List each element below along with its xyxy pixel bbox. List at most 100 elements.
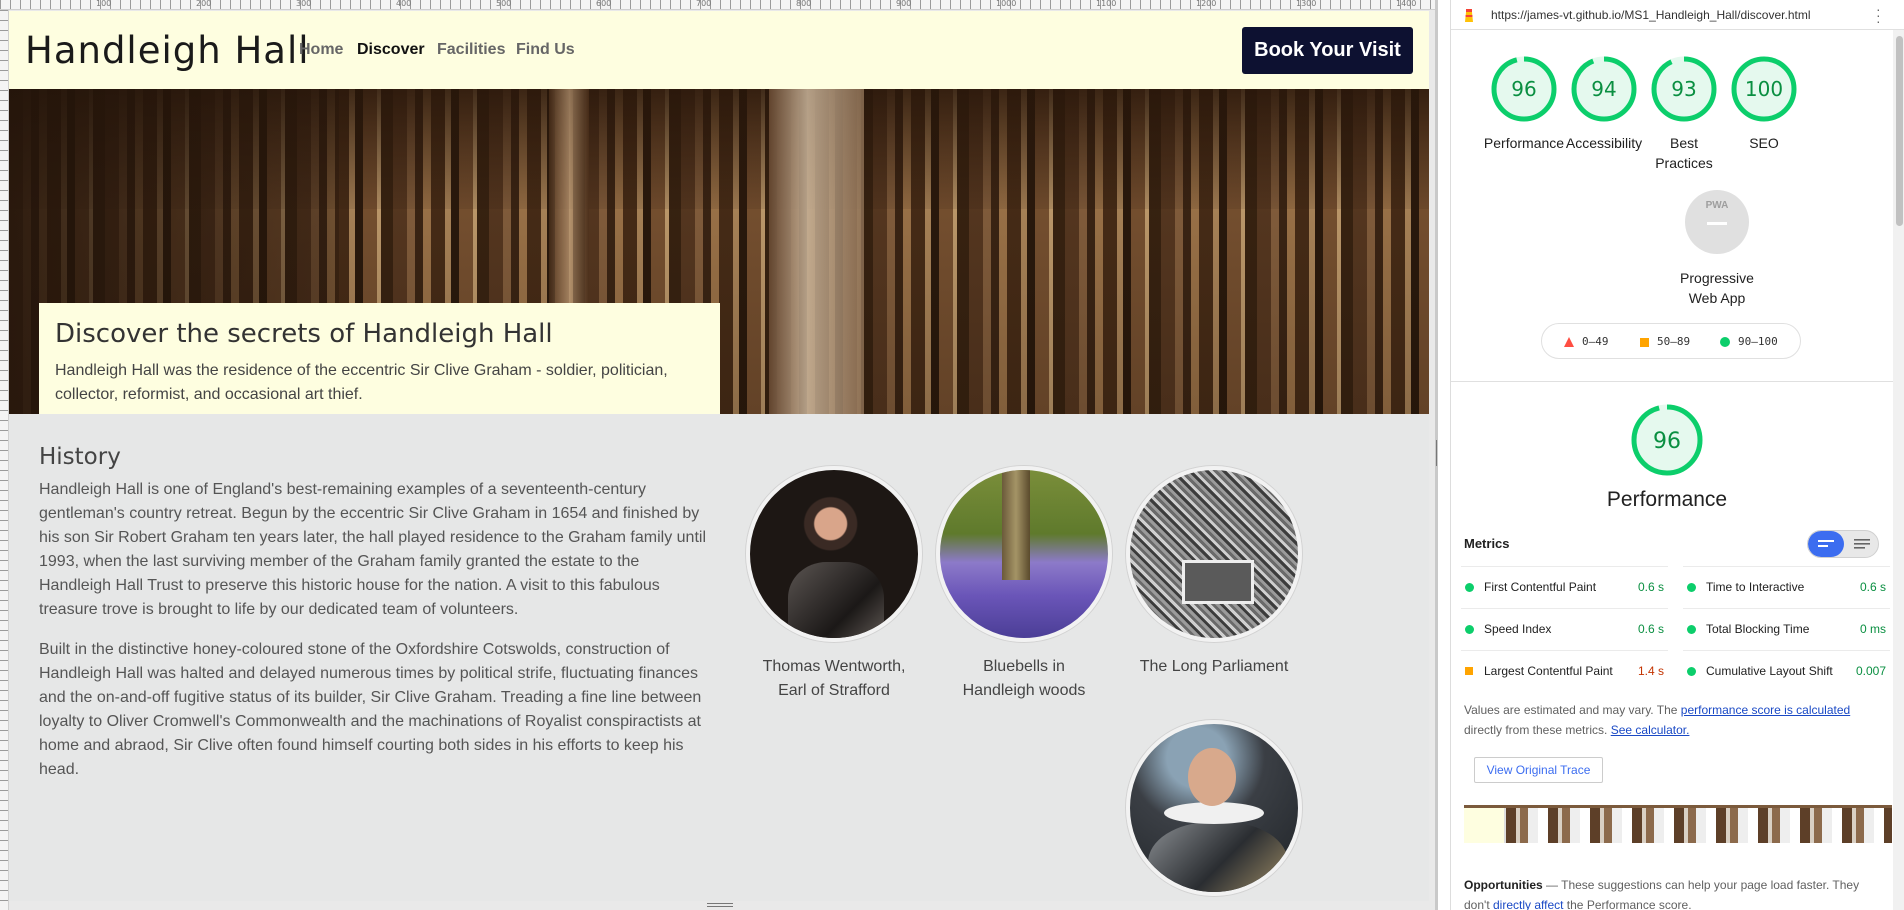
gauge-ring: 100 <box>1731 56 1797 122</box>
history-paragraph: Handleigh Hall is one of England's best-… <box>39 481 706 618</box>
metric-largest-contentful-paint: Largest Contentful Paint 1.4 s <box>1461 650 1668 692</box>
metrics-view-toggle[interactable] <box>1807 530 1879 558</box>
ruler-label: 1000 <box>996 0 1017 8</box>
legend-average: 50–89 <box>1640 335 1690 348</box>
more-options-icon[interactable]: · · · <box>1876 2 1881 28</box>
nav-link-home[interactable]: Home <box>299 41 343 59</box>
pass-indicator <box>1687 625 1696 634</box>
gauge-label: Accessibility <box>1565 135 1643 151</box>
hero-bookcase-pillar <box>769 89 864 414</box>
gauge-accessibility[interactable]: 94 Accessibility <box>1559 55 1649 153</box>
pass-indicator <box>1687 583 1696 592</box>
ruler-label: 900 <box>896 0 912 8</box>
pass-indicator <box>1465 625 1474 634</box>
gauge-score: 100 <box>1745 77 1783 101</box>
gauge-score: 93 <box>1671 77 1696 101</box>
scrollbar-thumb[interactable] <box>1896 36 1903 226</box>
horizontal-ruler: 100 200 300 400 500 600 700 800 900 1000… <box>0 0 1438 10</box>
portrait-thomas-wentworth <box>746 466 922 642</box>
book-your-visit-button[interactable]: Book Your Visit <box>1242 27 1413 74</box>
metric-total-blocking-time: Total Blocking Time 0 ms <box>1683 608 1890 650</box>
lighthouse-url-bar: https://james-vt.github.io/MS1_Handleigh… <box>1451 0 1904 30</box>
nav-link-facilities[interactable]: Facilities <box>437 41 505 59</box>
gauge-score: 94 <box>1591 77 1616 101</box>
ruler-label: 100 <box>96 0 112 8</box>
gauge-score: 96 <box>1653 429 1681 454</box>
ruler-label: 800 <box>796 0 812 8</box>
nav-link-discover[interactable]: Discover <box>357 41 425 59</box>
gauge-ring: 96 <box>1491 56 1557 122</box>
ruler-label: 600 <box>596 0 612 8</box>
performance-title: Performance <box>1606 488 1728 511</box>
ruler-label: 200 <box>196 0 212 8</box>
gauge-score: 96 <box>1511 77 1536 101</box>
metrics-title: Metrics <box>1464 536 1510 551</box>
score-calculated-link[interactable]: performance score is calculated <box>1681 703 1850 717</box>
bottom-resize-grip[interactable] <box>707 903 733 907</box>
lighthouse-panel: https://james-vt.github.io/MS1_Handleigh… <box>1450 0 1904 910</box>
pwa-label: Progressive Web App <box>1680 270 1754 306</box>
splitter-grip[interactable] <box>1436 440 1438 466</box>
hero-intro-card: Discover the secrets of Handleigh Hall H… <box>39 303 720 414</box>
score-legend: 0–49 50–89 90–100 <box>1541 323 1801 359</box>
circle-icon <box>1720 337 1730 347</box>
ruler-label: 1300 <box>1296 0 1317 8</box>
view-original-trace-button[interactable]: View Original Trace <box>1474 757 1603 783</box>
ruler-label: 1100 <box>1096 0 1117 8</box>
gauge-ring: 93 <box>1651 56 1717 122</box>
history-title: History <box>39 444 121 470</box>
caption-thomas-wentworth: Thomas Wentworth, Earl of Strafford <box>762 658 906 699</box>
metrics-note: Values are estimated and may vary. The p… <box>1464 703 1851 737</box>
legend-pass: 90–100 <box>1720 335 1778 348</box>
ruler-label: 700 <box>696 0 712 8</box>
gauge-seo[interactable]: 100 SEO <box>1719 55 1809 153</box>
pass-indicator <box>1687 667 1696 676</box>
website-page: Handleigh Hall Home Discover Facilities … <box>9 11 1429 901</box>
gauge-label: Performance <box>1483 135 1565 151</box>
gauge-best-practices[interactable]: 93 Best Practices <box>1639 55 1729 173</box>
pwa-badge[interactable]: PWA Progressive Web App <box>1637 190 1797 308</box>
caption-long-parliament: The Long Parliament <box>1139 658 1289 675</box>
metric-time-to-interactive: Time to Interactive 0.6 s <box>1683 566 1890 608</box>
site-navbar: Handleigh Hall Home Discover Facilities … <box>9 11 1429 89</box>
vertical-ruler <box>0 10 9 910</box>
section-divider <box>1451 381 1904 382</box>
load-filmstrip <box>1464 805 1892 843</box>
legend-fail: 0–49 <box>1564 335 1609 348</box>
performance-gauge-large: 96 <box>1627 402 1707 483</box>
ruler-label: 300 <box>296 0 312 8</box>
square-icon <box>1640 337 1649 347</box>
engraving-long-parliament <box>1126 466 1302 642</box>
site-brand-logo[interactable]: Handleigh Hall <box>25 29 310 72</box>
directly-affect-link[interactable]: directly affect <box>1493 898 1563 910</box>
pass-indicator <box>1465 583 1474 592</box>
hero-text: Handleigh Hall was the residence of the … <box>55 362 668 403</box>
lighthouse-icon <box>1465 9 1473 22</box>
opportunities-intro: Opportunities — These suggestions can he… <box>1464 878 1860 910</box>
audited-url[interactable]: https://james-vt.github.io/MS1_Handleigh… <box>1491 8 1811 22</box>
see-calculator-link[interactable]: See calculator. <box>1611 723 1690 737</box>
caption-bluebells: Bluebells in Handleigh woods <box>962 658 1086 699</box>
compact-view-icon[interactable] <box>1818 539 1834 549</box>
gauge-ring: 96 <box>1631 404 1703 476</box>
metric-first-contentful-paint: First Contentful Paint 0.6 s <box>1461 566 1668 608</box>
panel-scrollbar[interactable] <box>1893 30 1904 910</box>
expanded-view-icon[interactable] <box>1854 539 1870 549</box>
nav-link-find-us[interactable]: Find Us <box>516 41 575 59</box>
ruler-label: 1400 <box>1396 0 1417 8</box>
ruler-label: 500 <box>496 0 512 8</box>
metric-cumulative-layout-shift: Cumulative Layout Shift 0.007 <box>1683 650 1890 692</box>
portrait-king-charles <box>1126 720 1302 896</box>
gauge-ring: 94 <box>1571 56 1637 122</box>
gauge-label: Best Practices <box>1655 135 1713 171</box>
average-indicator <box>1465 667 1473 675</box>
triangle-icon <box>1564 337 1574 347</box>
ruler-label: 400 <box>396 0 412 8</box>
pwa-icon: PWA <box>1685 190 1749 254</box>
gauge-label: SEO <box>1749 135 1779 151</box>
page-preview-pane: 100 200 300 400 500 600 700 800 900 1000… <box>0 0 1438 910</box>
gauge-performance[interactable]: 96 Performance <box>1479 55 1569 153</box>
ruler-label: 1200 <box>1196 0 1217 8</box>
photo-bluebells <box>936 466 1112 642</box>
metric-speed-index: Speed Index 0.6 s <box>1461 608 1668 650</box>
